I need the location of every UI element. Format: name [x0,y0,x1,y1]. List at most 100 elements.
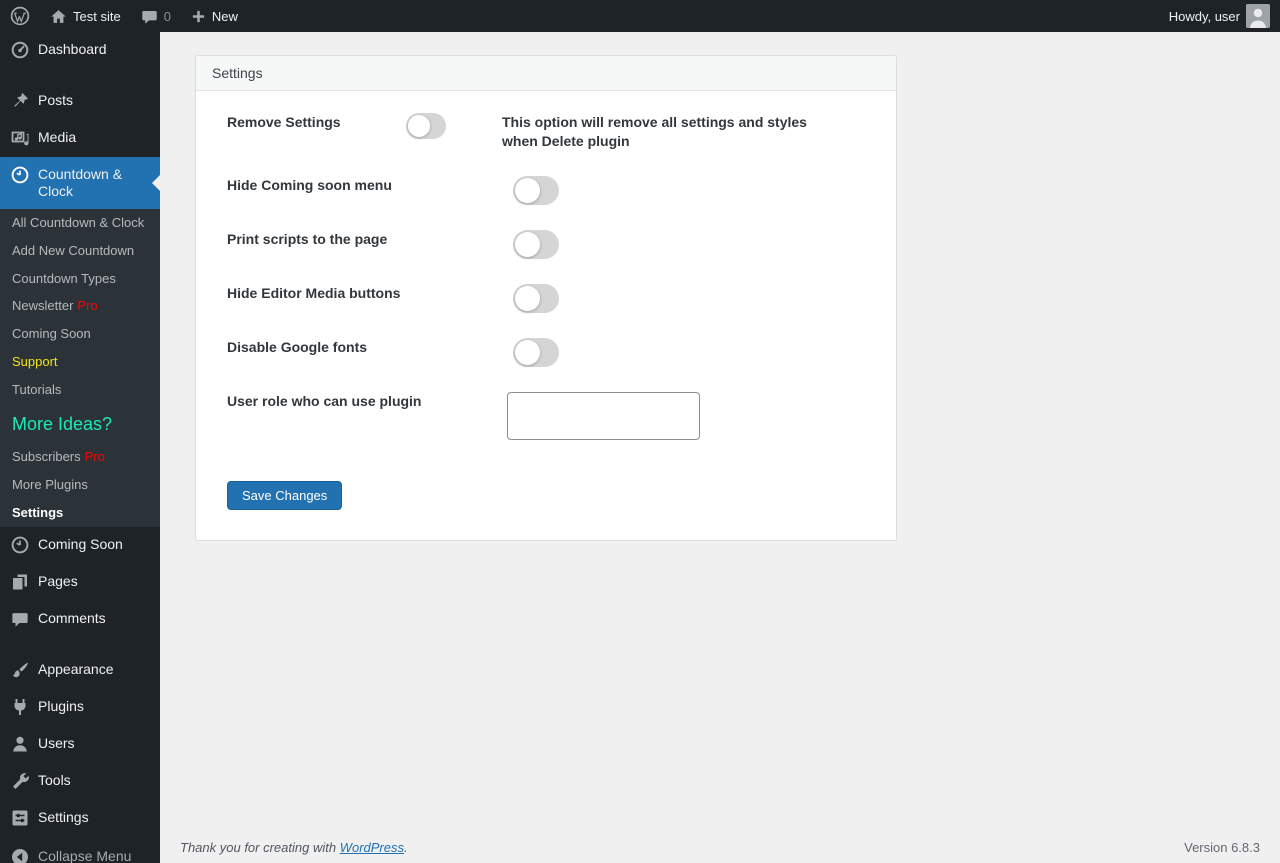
settings-sliders-icon [10,808,30,828]
sidebar-item-label: Collapse Menu [38,848,132,863]
print-scripts-toggle[interactable] [513,229,559,259]
submenu-item-all-countdown[interactable]: All Countdown & Clock [0,209,160,237]
disable-google-fonts-toggle[interactable] [513,337,559,367]
sidebar-item-label: Posts [38,92,74,108]
howdy-label: Howdy, user [1168,8,1240,24]
setting-row-remove-settings: Remove Settings This option will remove … [227,113,880,151]
site-name-label: Test site [73,8,121,24]
sidebar-item-settings[interactable]: Settings [0,800,160,837]
setting-row-hide-coming-soon-menu: Hide Coming soon menu [227,175,880,205]
sidebar-item-label: Dashboard [38,41,107,57]
hide-editor-media-buttons-toggle[interactable] [513,283,559,313]
wordpress-link[interactable]: WordPress [340,840,404,855]
sidebar-item-label: Media [38,129,77,145]
sidebar-item-appearance[interactable]: Appearance [0,652,160,689]
sidebar-item-label: Appearance [38,661,114,678]
plus-icon [191,9,206,24]
hide-coming-soon-menu-toggle[interactable] [513,175,559,205]
media-icon [10,128,30,148]
pushpin-icon [10,91,30,111]
setting-row-print-scripts: Print scripts to the page [227,229,880,259]
sidebar-item-users[interactable]: Users [0,726,160,763]
sidebar-item-posts[interactable]: Posts [0,83,160,120]
pages-icon [10,572,30,592]
clock-icon [10,535,30,555]
sidebar-item-label: Plugins [38,698,84,715]
submenu-item-settings[interactable]: Settings [0,499,160,527]
my-account-menu[interactable]: Howdy, user [1159,0,1280,32]
home-icon [50,8,67,25]
setting-label: Hide Editor Media buttons [227,284,401,301]
sidebar-item-countdown-clock[interactable]: Countdown & Clock [0,157,160,210]
wordpress-logo-menu[interactable] [0,0,40,32]
setting-label: Disable Google fonts [227,338,368,355]
submenu-item-support[interactable]: Support [0,349,160,377]
pro-badge: Pro [84,448,105,464]
panel-body: Remove Settings This option will remove … [196,91,896,540]
version-label: Version 6.8.3 [1184,840,1260,855]
footer: Thank you for creating with WordPress. V… [180,840,1260,855]
setting-label: User role who can use plugin [227,392,422,409]
submenu-item-countdown-types[interactable]: Countdown Types [0,265,160,293]
clock-icon [10,165,30,185]
paintbrush-icon [10,660,30,680]
comment-bubble-icon [141,8,158,25]
setting-row-user-role: User role who can use plugin [227,391,880,440]
submenu-item-coming-soon[interactable]: Coming Soon [0,321,160,349]
admin-bar-left: Test site 0 New [0,0,248,32]
comments-shortcut[interactable]: 0 [131,0,181,32]
panel-title: Settings [196,56,896,91]
sidebar-item-comments[interactable]: Comments [0,601,160,638]
sidebar-item-label: Settings [38,809,89,826]
menu-separator [0,638,160,652]
submenu-item-more-plugins[interactable]: More Plugins [0,471,160,499]
menu-separator [0,69,160,83]
submenu-item-tutorials[interactable]: Tutorials [0,377,160,405]
sidebar-item-media[interactable]: Media [0,120,160,157]
setting-row-disable-google-fonts: Disable Google fonts [227,337,880,367]
submenu-item-more-ideas[interactable]: More Ideas? [0,405,160,444]
remove-settings-toggle[interactable] [406,113,446,139]
new-label: New [211,8,238,24]
avatar [1246,4,1270,28]
wordpress-logo-icon [10,6,30,26]
new-content-menu[interactable]: New [181,0,248,32]
pro-badge: Pro [77,298,98,314]
sidebar: Dashboard Posts Media Countdown & Clock [0,32,160,863]
sidebar-item-label: Countdown & Clock [38,166,123,200]
save-changes-button[interactable]: Save Changes [227,480,343,510]
comment-bubble-icon [10,609,30,629]
sidebar-item-coming-soon[interactable]: Coming Soon [0,527,160,564]
submenu-item-subscribers[interactable]: Subscribers Pro [0,443,160,471]
sidebar-item-pages[interactable]: Pages [0,564,160,601]
setting-row-hide-editor-media-buttons: Hide Editor Media buttons [227,283,880,313]
wrench-icon [10,771,30,791]
setting-label: Print scripts to the page [227,230,388,247]
settings-panel: Settings Remove Settings This option wil… [195,55,897,541]
sidebar-item-label: Pages [38,573,78,590]
user-icon [10,734,30,754]
collapse-arrow-icon [10,847,30,863]
sidebar-item-label: Coming Soon [38,536,123,553]
sidebar-item-plugins[interactable]: Plugins [0,689,160,726]
comment-count: 0 [163,8,171,24]
sidebar-item-dashboard[interactable]: Dashboard [0,32,160,69]
admin-bar-right: Howdy, user [1159,0,1280,32]
admin-bar: Test site 0 New Howdy, user [0,0,1280,32]
setting-description: This option will remove all settings and… [502,114,807,149]
submenu-item-add-new-countdown[interactable]: Add New Countdown [0,237,160,265]
site-name-menu[interactable]: Test site [40,0,131,32]
dashboard-icon [10,40,30,60]
sidebar-item-label: Tools [38,772,71,789]
setting-label: Remove Settings [227,114,341,130]
countdown-submenu: All Countdown & Clock Add New Countdown … [0,209,160,528]
sidebar-item-label: Comments [38,610,106,627]
sidebar-item-label: Users [38,735,75,752]
sidebar-item-tools[interactable]: Tools [0,763,160,800]
plug-icon [10,697,30,717]
collapse-menu-button[interactable]: Collapse Menu [0,839,160,863]
footer-thanks: Thank you for creating with WordPress. [180,840,408,855]
user-role-input[interactable] [507,391,700,440]
submenu-item-newsletter[interactable]: Newsletter Pro [0,293,160,321]
setting-label: Hide Coming soon menu [227,176,392,193]
